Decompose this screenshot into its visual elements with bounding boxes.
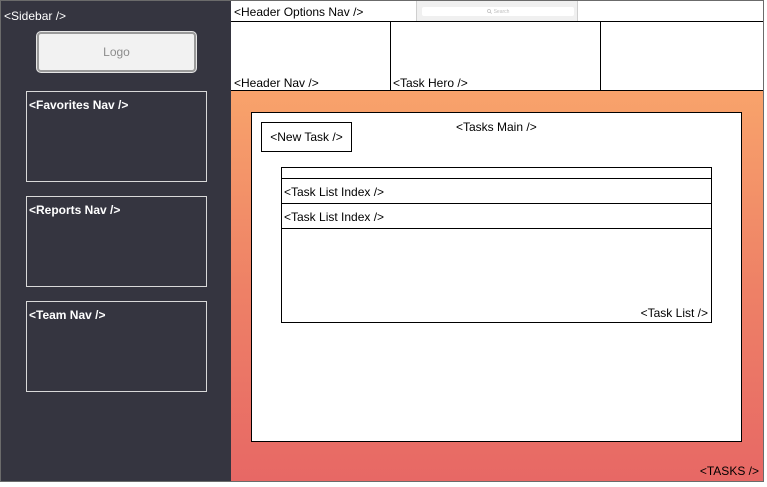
task-list-label: <Task List /> xyxy=(640,306,708,320)
task-list-header xyxy=(282,168,711,179)
search-icon xyxy=(486,9,492,14)
task-hero: <Task Hero /> xyxy=(391,22,601,91)
logo[interactable]: Logo xyxy=(37,32,196,72)
header-options-label: <Header Options Nav /> xyxy=(234,5,364,19)
sidebar-label: <Sidebar /> xyxy=(4,9,67,23)
app-wireframe: <Sidebar /> Logo <Favorites Nav /> <Repo… xyxy=(0,0,764,482)
header-options-nav: <Header Options Nav /> Search xyxy=(231,1,763,22)
tasks-main-label: <Tasks Main /> xyxy=(456,120,537,134)
search-input[interactable]: Search xyxy=(422,7,574,16)
tasks-label: <TASKS /> xyxy=(699,464,759,478)
header-nav[interactable]: <Header Nav /> xyxy=(231,22,391,91)
team-nav-label: <Team Nav /> xyxy=(29,308,106,322)
header-row: <Header Nav /> <Task Hero /> xyxy=(231,22,763,91)
task-list-index[interactable]: <Task List Index /> xyxy=(282,204,711,229)
reports-nav[interactable]: <Reports Nav /> xyxy=(26,196,207,287)
sidebar: <Sidebar /> Logo <Favorites Nav /> <Repo… xyxy=(1,1,231,481)
reports-nav-label: <Reports Nav /> xyxy=(29,203,121,217)
team-nav[interactable]: <Team Nav /> xyxy=(26,301,207,392)
task-list-index-label: <Task List Index /> xyxy=(284,185,385,199)
favorites-nav-label: <Favorites Nav /> xyxy=(29,98,129,112)
header-nav-label: <Header Nav /> xyxy=(234,76,319,90)
tasks-main: <Tasks Main /> <New Task /> <Task List I… xyxy=(251,112,742,442)
task-list: <Task List Index /> <Task List Index /> … xyxy=(281,167,712,323)
task-list-index[interactable]: <Task List Index /> xyxy=(282,179,711,204)
logo-text: Logo xyxy=(103,45,130,59)
favorites-nav[interactable]: <Favorites Nav /> xyxy=(26,91,207,182)
search-placeholder: Search xyxy=(493,8,510,15)
new-task-button[interactable]: <New Task /> xyxy=(261,122,352,152)
new-task-label: <New Task /> xyxy=(270,130,343,144)
search-bar: Search xyxy=(416,1,578,21)
task-hero-label: <Task Hero /> xyxy=(393,76,468,90)
task-list-index-label: <Task List Index /> xyxy=(284,210,385,224)
tasks-area: <Tasks Main /> <New Task /> <Task List I… xyxy=(231,91,763,481)
